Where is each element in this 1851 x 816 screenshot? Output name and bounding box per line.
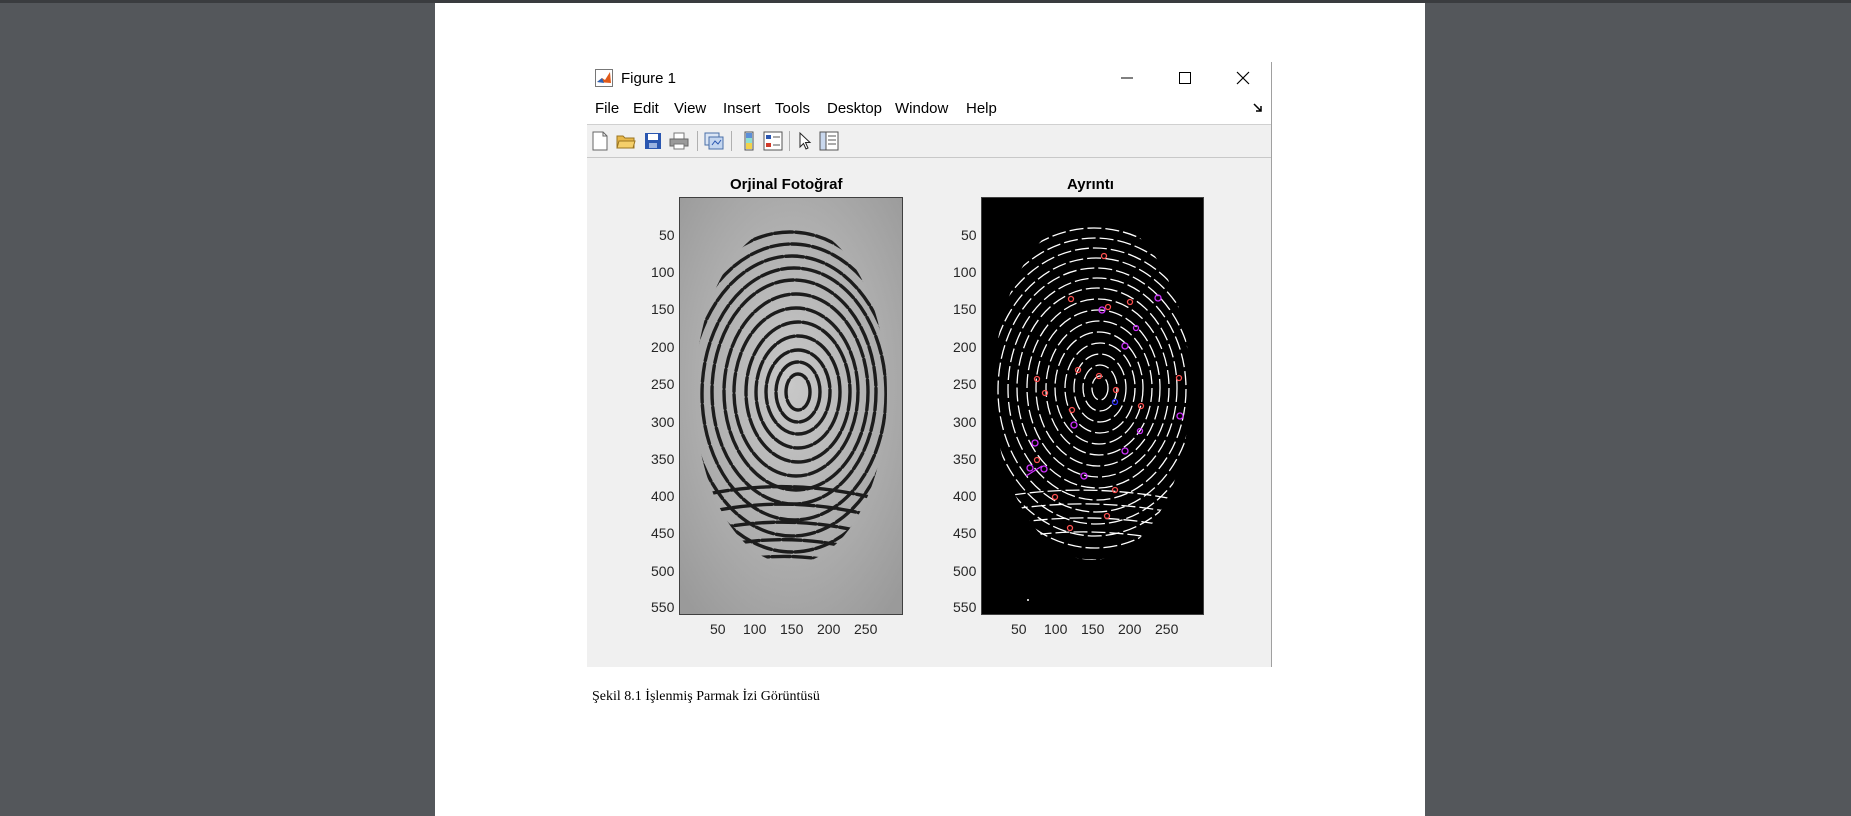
edit-plot-button[interactable] bbox=[794, 130, 816, 152]
axes-2-ytick: 450 bbox=[953, 525, 977, 541]
axes-2-xtick: 200 bbox=[1118, 621, 1142, 637]
menu-window[interactable]: Window bbox=[895, 100, 948, 117]
menu-view[interactable]: View bbox=[674, 100, 706, 117]
axes-2-xtick: 250 bbox=[1155, 621, 1179, 637]
maximize-icon bbox=[1179, 72, 1191, 84]
new-figure-icon bbox=[592, 131, 608, 151]
save-icon bbox=[645, 133, 661, 149]
print-icon bbox=[669, 132, 689, 150]
minimize-icon bbox=[1121, 77, 1133, 79]
toolbar-separator bbox=[731, 131, 732, 151]
toolbar-separator bbox=[789, 131, 790, 151]
close-icon bbox=[1236, 71, 1250, 85]
fingerprint-image bbox=[680, 198, 902, 614]
menu-tools[interactable]: Tools bbox=[775, 100, 810, 117]
axes-2-xtick: 150 bbox=[1081, 621, 1105, 637]
menu-insert[interactable]: Insert bbox=[723, 100, 761, 117]
axes-2-ytick: 200 bbox=[953, 339, 977, 355]
edit-plot-arrow-icon bbox=[799, 131, 812, 150]
axes-1-xtick: 150 bbox=[780, 621, 804, 637]
axes-1-ytick: 400 bbox=[651, 488, 675, 504]
axes-1-xtick: 50 bbox=[710, 621, 726, 637]
axes-2-xtick: 50 bbox=[1011, 621, 1027, 637]
axes-1-ytick: 50 bbox=[659, 227, 675, 243]
property-inspector-icon bbox=[819, 131, 839, 151]
axes-2-ytick: 250 bbox=[953, 376, 977, 392]
insert-legend-button[interactable] bbox=[762, 130, 784, 152]
minutiae-fingerprint-image bbox=[981, 197, 1204, 615]
insert-colorbar-icon bbox=[744, 131, 754, 151]
open-file-icon bbox=[616, 135, 636, 149]
axes-2-ytick: 400 bbox=[953, 488, 977, 504]
axes-1-ytick: 350 bbox=[651, 451, 675, 467]
dock-arrow-icon[interactable] bbox=[1252, 102, 1264, 114]
axes-1-ytick: 450 bbox=[651, 525, 675, 541]
link-plot-icon bbox=[704, 132, 724, 150]
axes-2-ytick: 50 bbox=[961, 227, 977, 243]
figure-caption: Şekil 8.1 İşlenmiş Parmak İzi Görüntüsü bbox=[592, 689, 820, 704]
menu-desktop[interactable]: Desktop bbox=[827, 100, 882, 117]
matlab-icon bbox=[595, 69, 613, 87]
axes-1-ytick: 200 bbox=[651, 339, 675, 355]
property-inspector-button[interactable] bbox=[818, 130, 840, 152]
close-button[interactable] bbox=[1215, 62, 1271, 94]
open-file-button[interactable] bbox=[615, 130, 637, 152]
figure-toolbar bbox=[587, 125, 1272, 158]
axes-2-ytick: 500 bbox=[953, 563, 977, 579]
window-title: Figure 1 bbox=[621, 70, 677, 87]
menu-file[interactable]: File bbox=[595, 100, 619, 117]
menu-help[interactable]: Help bbox=[966, 100, 997, 117]
axes-1-title: Orjinal Fotoğraf bbox=[730, 176, 843, 193]
axes-1-ytick: 100 bbox=[651, 264, 675, 280]
save-button[interactable] bbox=[642, 130, 664, 152]
axes-2-ytick: 300 bbox=[953, 414, 977, 430]
minimize-button[interactable] bbox=[1099, 62, 1155, 94]
axes-1-ytick: 500 bbox=[651, 563, 675, 579]
axes-2-ytick: 100 bbox=[953, 264, 977, 280]
insert-colorbar-button[interactable] bbox=[738, 130, 760, 152]
menu-edit[interactable]: Edit bbox=[633, 100, 659, 117]
axes-2-ytick: 350 bbox=[953, 451, 977, 467]
menu-bar: File Edit View Insert Tools Desktop Wind… bbox=[587, 94, 1272, 125]
axes-2-xtick: 100 bbox=[1044, 621, 1068, 637]
link-plot-button[interactable] bbox=[703, 130, 725, 152]
axes-2-ytick: 550 bbox=[953, 599, 977, 615]
axes-1-ytick: 150 bbox=[651, 301, 675, 317]
axes-1-ytick: 300 bbox=[651, 414, 675, 430]
axes-2-ytick: 150 bbox=[953, 301, 977, 317]
toolbar-separator bbox=[697, 131, 698, 151]
new-figure-button[interactable] bbox=[589, 130, 611, 152]
original-fingerprint-image bbox=[679, 197, 903, 615]
print-button[interactable] bbox=[668, 130, 690, 152]
axes-1-xtick: 100 bbox=[743, 621, 767, 637]
insert-legend-icon bbox=[763, 131, 783, 151]
axes-2-title: Ayrıntı bbox=[1067, 176, 1114, 193]
axes-1-ytick: 550 bbox=[651, 599, 675, 615]
figure-window-border bbox=[1271, 62, 1272, 667]
maximize-button[interactable] bbox=[1157, 62, 1213, 94]
window-titlebar: Figure 1 bbox=[587, 62, 1272, 94]
axes-1-ytick: 250 bbox=[651, 376, 675, 392]
axes-1-xtick: 250 bbox=[854, 621, 878, 637]
axes-1-xtick: 200 bbox=[817, 621, 841, 637]
thinned-fingerprint-image bbox=[994, 227, 1190, 601]
